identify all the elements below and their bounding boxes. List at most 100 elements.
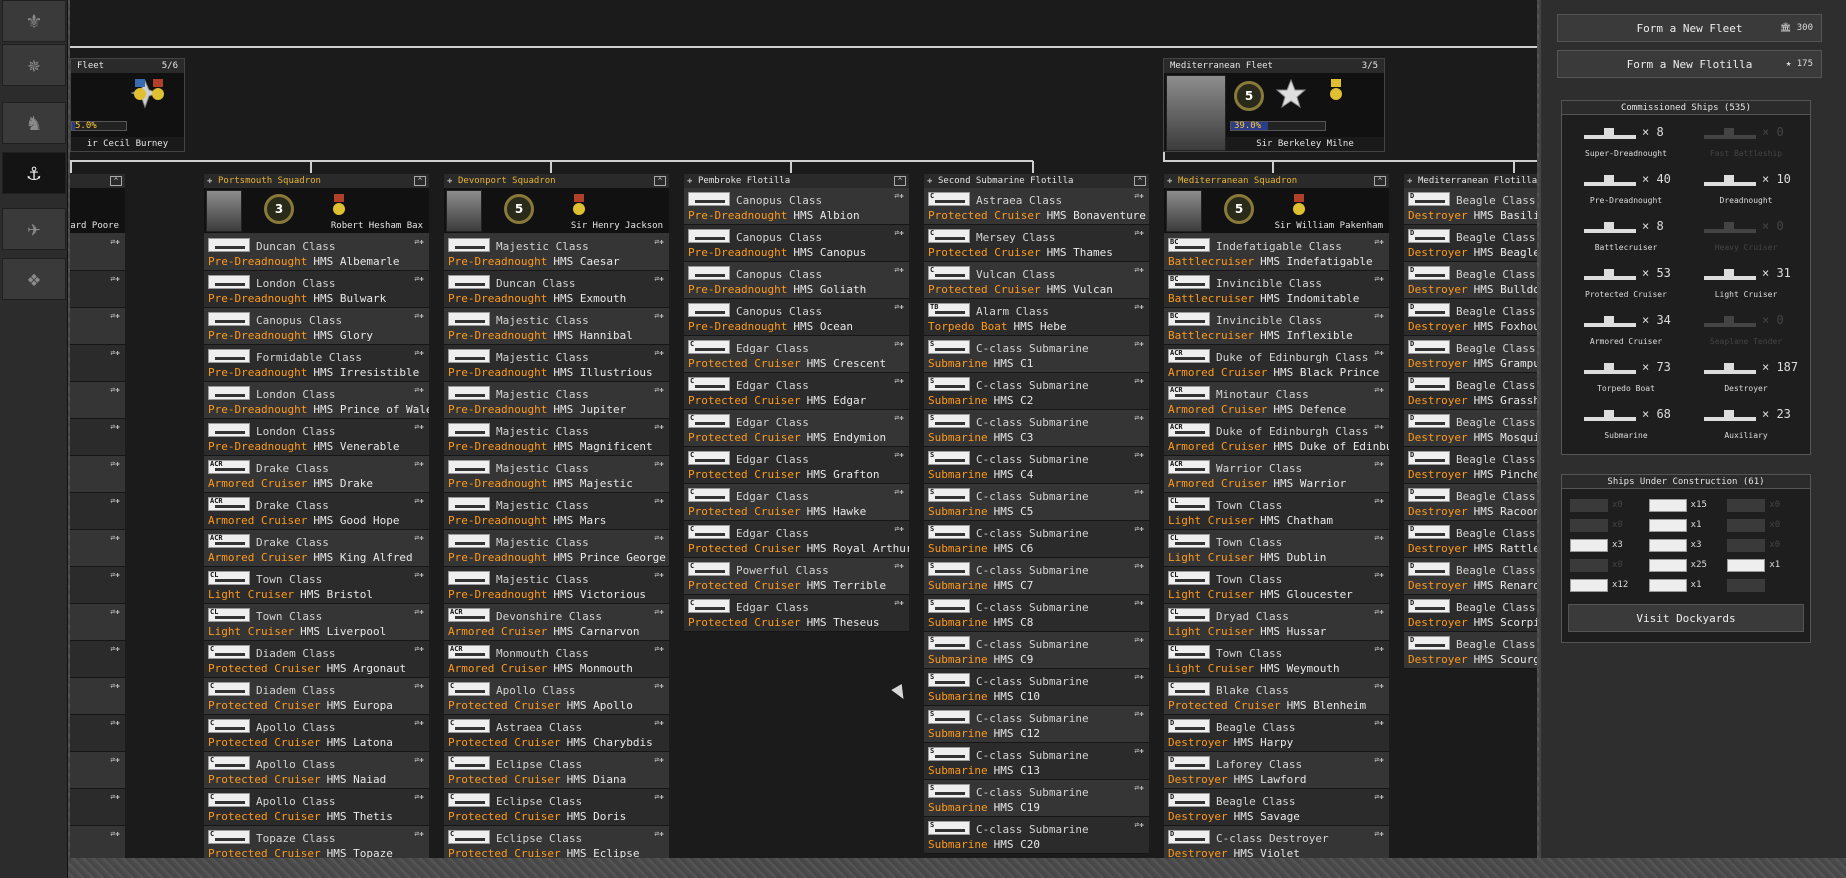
ship-transfer-icon[interactable]: ⇄✚ (654, 237, 664, 246)
ship-transfer-icon[interactable]: ⇄✚ (110, 533, 120, 542)
ship-transfer-icon[interactable]: ⇄✚ (110, 644, 120, 653)
ship-transfer-icon[interactable]: ⇄✚ (1374, 348, 1384, 357)
ship-transfer-icon[interactable]: ⇄✚ (1374, 311, 1384, 320)
ship-transfer-icon[interactable]: ⇄✚ (894, 487, 904, 496)
ship-transfer-icon[interactable]: ⇄✚ (1374, 718, 1384, 727)
ship-row[interactable]: Duncan Class Pre-Dreadnought HMS Albemarle… (204, 234, 429, 271)
ship-transfer-icon[interactable]: ⇄✚ (1374, 385, 1384, 394)
ship-row[interactable]: C Apollo Class Protected Cruiser HMS Apollo… (444, 678, 669, 715)
ship-transfer-icon[interactable]: ⇄✚ (414, 829, 424, 838)
ship-transfer-icon[interactable]: ⇄✚ (110, 459, 120, 468)
ship-row[interactable]: Majestic Class Pre-Dreadnought HMS Hanniba… (444, 308, 669, 345)
ship-row[interactable]: CL Town Class Light Cruiser HMS Gloucester ⇄… (1164, 567, 1389, 604)
group-header[interactable]: ✚Mediterranean Flotilla⌃ (1404, 174, 1537, 188)
ship-transfer-icon[interactable]: ⇄✚ (414, 459, 424, 468)
ship-row[interactable]: S C-class Submarine Submarine HMS C19 ⇄✚ (924, 780, 1149, 817)
ship-row[interactable]: BC Indefatigable Class Battlecruiser HMS In… (1164, 234, 1389, 271)
ship-row[interactable]: DBeagle ClassDestroyerHMS Scourge⇄✚ (1404, 632, 1537, 669)
ship-transfer-icon[interactable]: ⇄✚ (654, 348, 664, 357)
ship-transfer-icon[interactable]: ⇄✚ (894, 191, 904, 200)
ship-row[interactable]: C Eclipse Class Protected Cruiser HMS Doris… (444, 789, 669, 826)
form-new-flotilla-button[interactable]: Form a New Flotilla ★ 175 (1557, 50, 1822, 78)
squadron-commander-banner[interactable]: 3 Robert Hesham Bax (204, 188, 429, 234)
ship-transfer-icon[interactable]: ⇄✚ (414, 496, 424, 505)
ship-row[interactable]: CL Town Class Light Cruiser HMS Chatham ⇄✚ (1164, 493, 1389, 530)
ship-transfer-icon[interactable]: ⇄✚ (654, 681, 664, 690)
ship-transfer-icon[interactable]: ⇄✚ (110, 385, 120, 394)
ship-row[interactable]: C Edgar Class Protected Cruiser HMS Hawke ⇄✚ (684, 484, 909, 521)
ship-row[interactable]: CL Town Class Light Cruiser HMS Weymouth ⇄✚ (1164, 641, 1389, 678)
collapse-icon[interactable]: ⌃ (1134, 176, 1146, 186)
ship-transfer-icon[interactable]: ⇄✚ (894, 413, 904, 422)
ship-transfer-icon[interactable]: ⇄✚ (1134, 635, 1144, 644)
ship-row[interactable]: Majestic Class Pre-Dreadnought HMS Mars ⇄✚ (444, 493, 669, 530)
ship-row[interactable]: S C-class Submarine Submarine HMS C20 ⇄✚ (924, 817, 1149, 854)
ship-row[interactable]: ACR Devonshire Class Armored Cruiser HMS Ca… (444, 604, 669, 641)
ship-transfer-icon[interactable]: ⇄✚ (1374, 607, 1384, 616)
ship-row[interactable]: C Edgar Class Protected Cruiser HMS Crescen… (684, 336, 909, 373)
ship-transfer-icon[interactable]: ⇄✚ (894, 265, 904, 274)
ship-transfer-icon[interactable]: ⇄✚ (894, 524, 904, 533)
ship-transfer-icon[interactable]: ⇄✚ (1134, 820, 1144, 829)
ship-row[interactable]: CssHMS Intrepid⇄✚ (70, 826, 125, 858)
ship-transfer-icon[interactable]: ⇄✚ (110, 237, 120, 246)
ship-row[interactable]: ACR Drake Class Armored Cruiser HMS Good Ho… (204, 493, 429, 530)
ship-transfer-icon[interactable]: ⇄✚ (1134, 413, 1144, 422)
ship-row[interactable]: C Eclipse Class Protected Cruiser HMS Diana… (444, 752, 669, 789)
ship-row[interactable]: CL Town Class Light Cruiser HMS Liverpool ⇄✚ (204, 604, 429, 641)
ship-row[interactable]: Canopus Class Pre-Dreadnought HMS Goliath ⇄… (684, 262, 909, 299)
ship-row[interactable]: CssHMS Ariadne⇄✚ (70, 752, 125, 789)
ship-transfer-icon[interactable]: ⇄✚ (1134, 191, 1144, 200)
ship-transfer-icon[interactable]: ⇄✚ (1374, 755, 1384, 764)
ship-transfer-icon[interactable]: ⇄✚ (414, 570, 424, 579)
ship-transfer-icon[interactable]: ⇄✚ (654, 459, 664, 468)
ship-row[interactable]: ACR Drake Class Armored Cruiser HMS King Al… (204, 530, 429, 567)
collapse-icon[interactable]: ⌃ (1374, 176, 1386, 186)
visit-dockyards-button[interactable]: Visit Dockyards (1568, 604, 1804, 632)
ship-row[interactable]: ACR Monmouth Class Armored Cruiser HMS Monm… (444, 641, 669, 678)
ship-transfer-icon[interactable]: ⇄✚ (414, 755, 424, 764)
ship-row[interactable]: CssHMS Queen⇄✚ (70, 345, 125, 382)
ship-transfer-icon[interactable]: ⇄✚ (1374, 792, 1384, 801)
ship-transfer-icon[interactable]: ⇄✚ (654, 496, 664, 505)
ship-row[interactable]: S C-class Submarine Submarine HMS C2 ⇄✚ (924, 373, 1149, 410)
ship-transfer-icon[interactable]: ⇄✚ (1134, 561, 1144, 570)
ship-row[interactable]: DBeagle ClassDestroyerHMS Grasshopper⇄✚ (1404, 373, 1537, 410)
ship-row[interactable]: TB Alarm Class Torpedo Boat HMS Hebe ⇄✚ (924, 299, 1149, 336)
ship-transfer-icon[interactable]: ⇄✚ (654, 570, 664, 579)
insignia-icon[interactable]: ⚜ (2, 0, 66, 42)
ship-row[interactable]: DBeagle ClassDestroyerHMS Renard⇄✚ (1404, 558, 1537, 595)
ship-row[interactable]: C Blake Class Protected Cruiser HMS Blenhei… (1164, 678, 1389, 715)
squadron-commander-banner[interactable]: Richard Poore (70, 188, 125, 234)
ship-row[interactable]: Formidable Class Pre-Dreadnought HMS Irres… (204, 345, 429, 382)
ship-row[interactable]: DBeagle ClassDestroyerHMS Pincher⇄✚ (1404, 447, 1537, 484)
ship-row[interactable]: CL Town Class Light Cruiser HMS Dublin ⇄✚ (1164, 530, 1389, 567)
ship-transfer-icon[interactable]: ⇄✚ (654, 829, 664, 838)
ship-row[interactable]: BC Invincible Class Battlecruiser HMS Indom… (1164, 271, 1389, 308)
ship-row[interactable]: S C-class Submarine Submarine HMS C10 ⇄✚ (924, 669, 1149, 706)
ship-transfer-icon[interactable]: ⇄✚ (414, 311, 424, 320)
ship-transfer-icon[interactable]: ⇄✚ (414, 644, 424, 653)
ship-transfer-icon[interactable]: ⇄✚ (654, 644, 664, 653)
ship-transfer-icon[interactable]: ⇄✚ (1134, 672, 1144, 681)
ship-transfer-icon[interactable]: ⇄✚ (414, 274, 424, 283)
ship-row[interactable]: C Topaze Class Protected Cruiser HMS Topaze… (204, 826, 429, 858)
ship-transfer-icon[interactable]: ⇄✚ (1134, 376, 1144, 385)
ship-row[interactable]: C Diadem Class Protected Cruiser HMS Europa… (204, 678, 429, 715)
ship-transfer-icon[interactable]: ⇄✚ (1134, 487, 1144, 496)
air-wings-icon[interactable]: ✈ (2, 208, 66, 250)
ship-row[interactable]: Cs ClassHMS Implacable⇄✚ (70, 271, 125, 308)
wings-icon[interactable]: ❖ (2, 258, 66, 300)
ship-row[interactable]: Canopus Class Pre-Dreadnought HMS Albion ⇄✚ (684, 188, 909, 225)
collapse-icon[interactable]: ⌃ (110, 176, 122, 186)
ship-transfer-icon[interactable]: ⇄✚ (894, 228, 904, 237)
ship-transfer-icon[interactable]: ⇄✚ (414, 681, 424, 690)
ship-row[interactable]: CssHMS Russell⇄✚ (70, 382, 125, 419)
ship-row[interactable]: S C-class Submarine Submarine HMS C13 ⇄✚ (924, 743, 1149, 780)
ship-row[interactable]: D Beagle Class Destroyer HMS Harpy ⇄✚ (1164, 715, 1389, 752)
ship-row[interactable]: Canopus Class Pre-Dreadnought HMS Glory ⇄✚ (204, 308, 429, 345)
ship-transfer-icon[interactable]: ⇄✚ (1134, 302, 1144, 311)
ship-row[interactable]: C Apollo Class Protected Cruiser HMS Naiad ⇄… (204, 752, 429, 789)
ship-row[interactable]: S C-class Submarine Submarine HMS C5 ⇄✚ (924, 484, 1149, 521)
squadron-commander-banner[interactable]: 5 Sir Henry Jackson (444, 188, 669, 234)
